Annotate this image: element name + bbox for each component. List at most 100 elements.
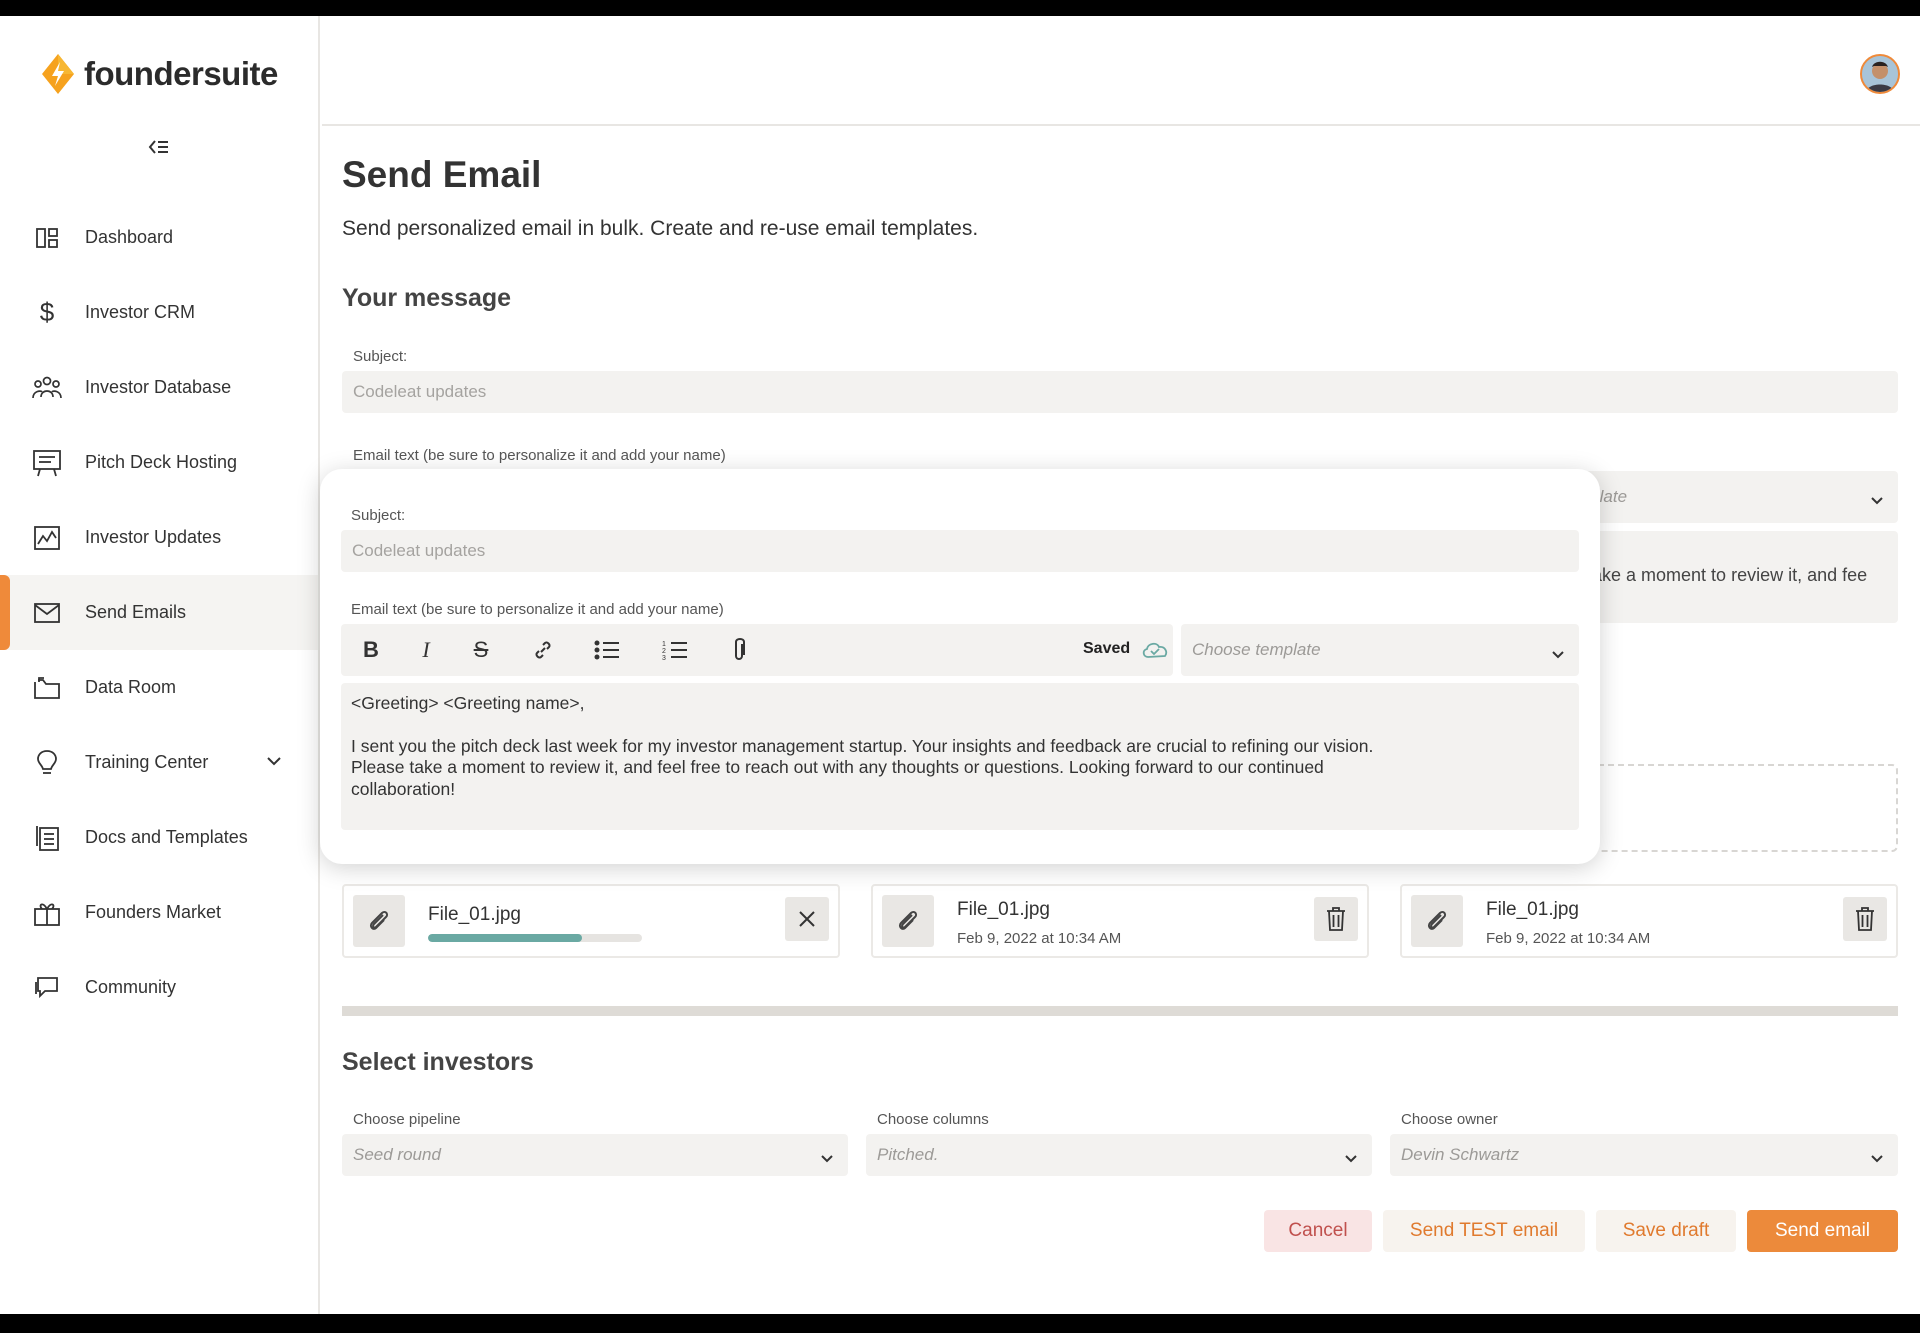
email-editor-popup: Subject: Codeleat updates Email text (be… [320,469,1600,864]
sidebar: foundersuite Dashboard $ Investor CRM In… [0,16,320,1314]
chevron-down-icon [1870,490,1884,510]
foundersuite-logo-icon [42,54,74,94]
user-avatar[interactable] [1860,54,1900,94]
chevron-down-icon [820,1148,834,1168]
columns-value: Pitched. [877,1145,939,1164]
saved-label: Saved [1083,640,1131,657]
sidebar-item-docs-and-templates[interactable]: Docs and Templates [0,800,318,875]
saved-status: Saved [1083,639,1170,659]
bulleted-list-icon[interactable] [594,637,620,663]
sidebar-item-label: Pitch Deck Hosting [85,452,238,472]
dashboard-icon [32,223,62,253]
chevron-down-icon [1344,1148,1358,1168]
sidebar-nav: Dashboard $ Investor CRM Investor Databa… [0,200,318,1025]
choose-template-select[interactable]: Choose template [1181,624,1579,676]
attachment-name: File_01.jpg [957,899,1050,920]
sidebar-item-label: Data Room [85,677,177,697]
sidebar-item-community[interactable]: Community [0,950,318,1025]
collapse-sidebar-icon[interactable] [148,136,170,158]
sidebar-item-pitch-deck-hosting[interactable]: Pitch Deck Hosting [0,425,318,500]
email-body-line: collaboration! [351,778,456,799]
strikethrough-icon[interactable]: S [468,637,494,663]
gift-icon [32,898,62,928]
cancel-button[interactable]: Cancel [1264,1210,1372,1252]
link-icon[interactable] [530,637,556,663]
italic-icon[interactable]: I [413,637,439,663]
owner-label: Choose owner [1401,1111,1498,1128]
numbered-list-icon[interactable]: 123 [662,637,688,663]
chevron-down-icon[interactable] [266,753,282,771]
sidebar-item-send-emails[interactable]: Send Emails [0,575,318,650]
cancel-upload-button[interactable] [785,897,829,941]
email-body-editor[interactable]: <Greeting> <Greeting name>, I sent you t… [341,683,1579,830]
subject-input[interactable]: Codeleat updates [342,371,1898,413]
top-bar [322,16,1920,126]
people-icon [32,373,62,403]
email-greeting: <Greeting> <Greeting name>, [351,693,585,713]
sidebar-item-training-center[interactable]: Training Center [0,725,318,800]
modal-subject-input[interactable]: Codeleat updates [341,530,1579,572]
select-investors-heading: Select investors [342,1048,534,1076]
pipeline-label: Choose pipeline [353,1111,461,1128]
chat-icon [32,973,62,1003]
email-text-label: Email text (be sure to personalize it an… [353,447,726,464]
attachment-date: Feb 9, 2022 at 10:34 AM [957,930,1122,947]
folder-icon [32,673,62,703]
cloud-check-icon [1142,642,1168,658]
sidebar-item-investor-updates[interactable]: Investor Updates [0,500,318,575]
sidebar-item-data-room[interactable]: Data Room [0,650,318,725]
bold-icon[interactable]: B [358,637,384,663]
sidebar-item-investor-database[interactable]: Investor Database [0,350,318,425]
delete-attachment-button[interactable] [1843,897,1887,941]
attachment-date: Feb 9, 2022 at 10:34 AM [1486,930,1651,947]
presentation-icon [32,448,62,478]
sidebar-item-investor-crm[interactable]: $ Investor CRM [0,275,318,350]
template-placeholder: Choose template [1192,640,1321,659]
attachment-icon[interactable] [726,637,752,663]
owner-value: Devin Schwartz [1401,1145,1520,1164]
attachment-card: File_01.jpg Feb 9, 2022 at 10:34 AM [1400,884,1898,958]
brand-name: foundersuite [84,55,278,92]
send-test-email-button[interactable]: Send TEST email [1383,1210,1585,1252]
app-window: foundersuite Dashboard $ Investor CRM In… [0,16,1920,1314]
documents-icon [32,823,62,853]
file-dropzone[interactable] [1562,764,1898,852]
upload-progress-fill [428,934,583,942]
columns-select[interactable]: Pitched. [866,1134,1372,1176]
sidebar-item-label: Send Emails [85,602,187,622]
upload-progress-bar [428,934,642,942]
modal-email-text-label: Email text (be sure to personalize it an… [351,601,724,618]
brand-logo[interactable]: foundersuite [40,52,278,96]
svg-text:2: 2 [662,648,666,655]
pipeline-select[interactable]: Seed round [342,1134,848,1176]
sidebar-item-label: Community [85,977,177,997]
email-body-partial: ake a moment to review it, and fee [1592,565,1868,585]
mail-icon [32,598,62,628]
page-subtitle: Send personalized email in bulk. Create … [342,217,979,240]
svg-text:3: 3 [662,655,666,661]
save-draft-button[interactable]: Save draft [1596,1210,1736,1252]
sidebar-item-label: Investor Updates [85,527,222,547]
pipeline-value: Seed round [353,1145,441,1164]
owner-select[interactable]: Devin Schwartz [1390,1134,1898,1176]
email-body-line: I sent you the pitch deck last week for … [351,735,1374,756]
sidebar-item-label: Docs and Templates [85,827,248,847]
attachment-card-uploading: File_01.jpg [342,884,840,958]
page-title: Send Email [342,154,542,195]
chevron-down-icon [1870,1148,1884,1168]
columns-label: Choose columns [877,1111,989,1128]
sidebar-item-dashboard[interactable]: Dashboard [0,200,318,275]
paperclip-icon [882,895,934,947]
dollar-icon: $ [39,297,55,327]
sidebar-item-founders-market[interactable]: Founders Market [0,875,318,950]
sidebar-item-label: Training Center [85,752,209,772]
lightbulb-icon [32,748,62,778]
sidebar-item-label: Dashboard [85,227,174,247]
send-email-button[interactable]: Send email [1747,1210,1898,1252]
attachment-name: File_01.jpg [1486,899,1579,920]
delete-attachment-button[interactable] [1314,897,1358,941]
email-body-line: Please take a moment to review it, and f… [351,757,1324,777]
sidebar-item-label: Investor Database [85,377,232,397]
section-divider [342,1006,1898,1016]
paperclip-icon [1411,895,1463,947]
